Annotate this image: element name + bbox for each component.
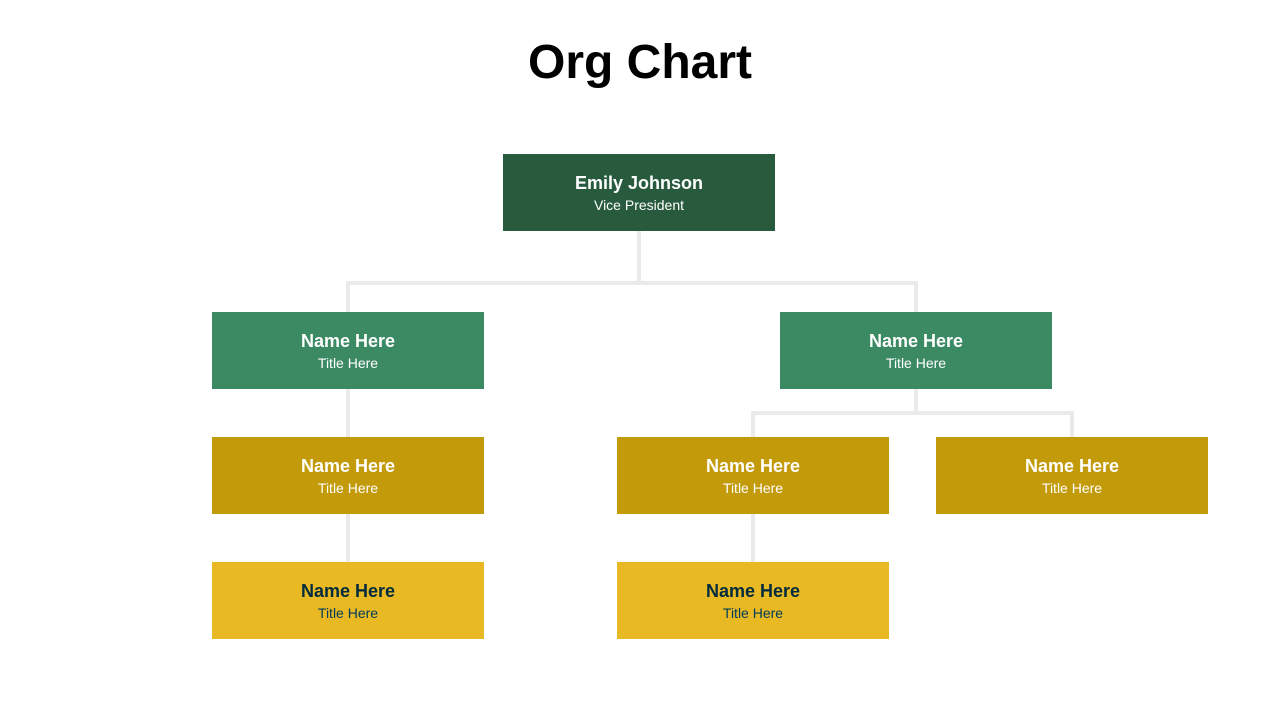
connector-line <box>346 514 350 562</box>
connector-line <box>914 389 918 411</box>
org-node-l2a: Name Here Title Here <box>212 312 484 389</box>
org-node-l3c: Name Here Title Here <box>936 437 1208 514</box>
org-node-name: Name Here <box>706 580 800 603</box>
org-node-l3a: Name Here Title Here <box>212 437 484 514</box>
org-node-title: Title Here <box>1042 480 1102 496</box>
connector-line <box>751 411 755 437</box>
org-node-l4b: Name Here Title Here <box>617 562 889 639</box>
org-node-name: Name Here <box>1025 455 1119 478</box>
connector-line <box>914 281 918 312</box>
org-node-l3b: Name Here Title Here <box>617 437 889 514</box>
org-node-title: Vice President <box>594 197 684 213</box>
org-node-title: Title Here <box>886 355 946 371</box>
connector-line <box>751 514 755 562</box>
org-node-title: Title Here <box>318 355 378 371</box>
org-node-title: Title Here <box>318 605 378 621</box>
org-node-name: Name Here <box>869 330 963 353</box>
connector-line <box>346 281 350 312</box>
org-node-title: Title Here <box>318 480 378 496</box>
org-node-l4a: Name Here Title Here <box>212 562 484 639</box>
org-node-name: Emily Johnson <box>575 172 703 195</box>
page-title: Org Chart <box>0 35 1280 90</box>
org-node-title: Title Here <box>723 605 783 621</box>
org-node-title: Title Here <box>723 480 783 496</box>
org-node-name: Name Here <box>301 580 395 603</box>
org-node-name: Name Here <box>706 455 800 478</box>
connector-line <box>751 411 1074 415</box>
connector-line <box>346 281 918 285</box>
org-node-l2b: Name Here Title Here <box>780 312 1052 389</box>
org-node-name: Name Here <box>301 455 395 478</box>
org-node-root: Emily Johnson Vice President <box>503 154 775 231</box>
connector-line <box>346 389 350 437</box>
org-node-name: Name Here <box>301 330 395 353</box>
connector-line <box>1070 411 1074 437</box>
connector-line <box>637 231 641 281</box>
